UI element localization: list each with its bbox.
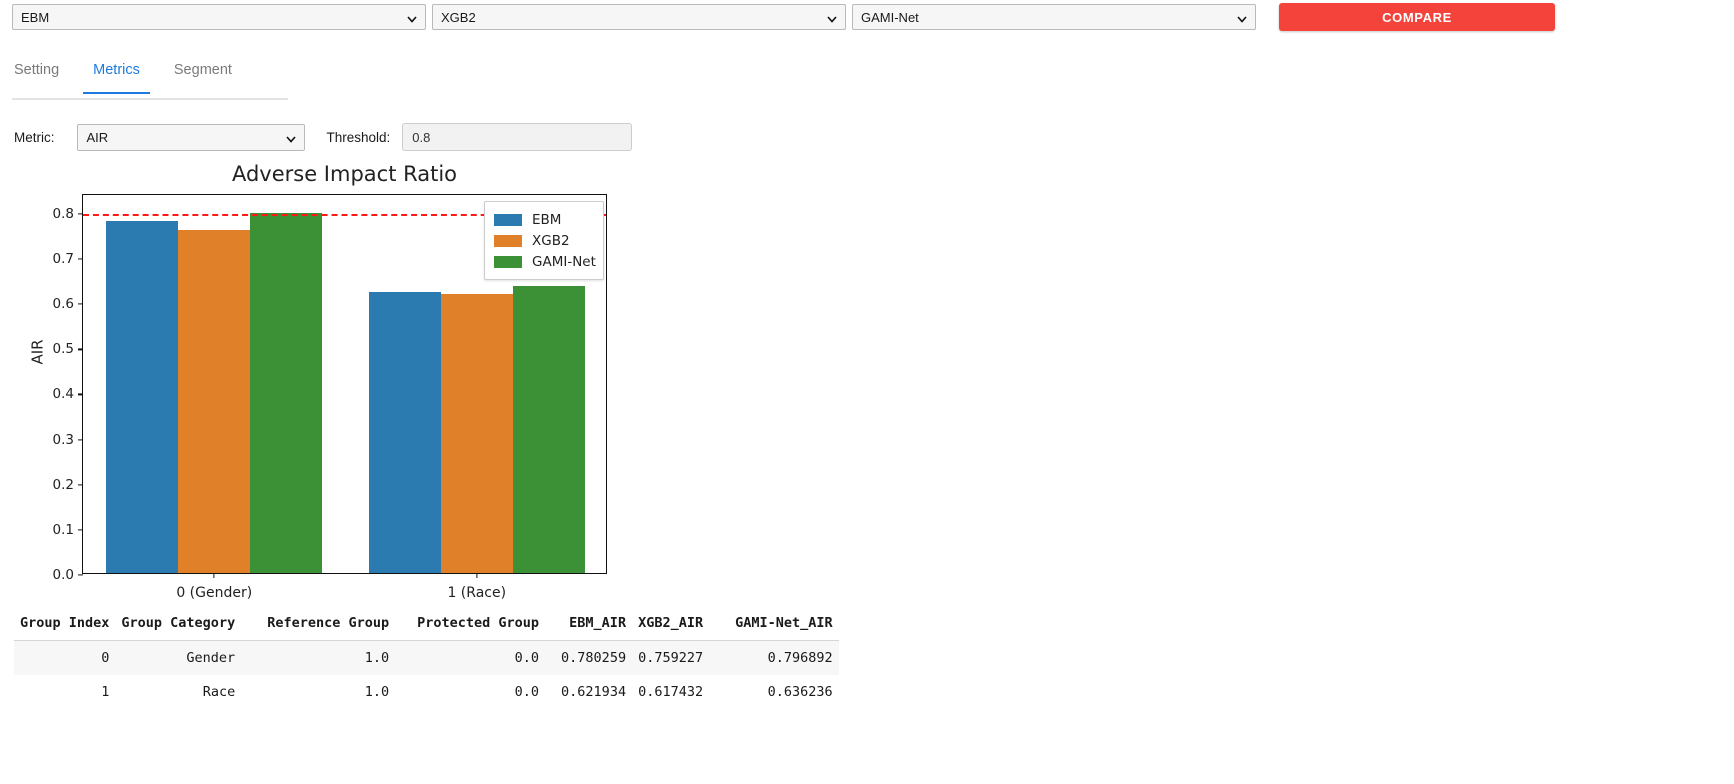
chart-container: Adverse Impact Ratio AIR 0.00.10.20.30.4…	[0, 156, 700, 666]
bar-xgb2-1	[441, 294, 513, 573]
legend-item: XGB2	[494, 230, 594, 251]
y-tick-label: 0.1	[53, 522, 74, 538]
col-protected-group: Protected Group	[411, 612, 555, 641]
compare-button[interactable]: COMPARE	[1279, 3, 1555, 31]
legend-swatch-xgb2	[494, 235, 522, 247]
y-tick-mark	[78, 349, 83, 350]
metric-select[interactable]: AIR	[77, 124, 305, 151]
y-tick-label: 0.6	[53, 296, 74, 312]
legend-label: EBM	[532, 212, 561, 228]
model-select-3-value: GAMI-Net	[861, 10, 919, 25]
cell-gami-net-air: 0.636236	[709, 675, 839, 709]
threshold-input[interactable]	[402, 123, 632, 151]
tab-segment[interactable]: Segment	[172, 58, 234, 92]
legend-swatch-gami-net	[494, 256, 522, 268]
table-row: 0 Gender 1.0 0.0 0.780259 0.759227 0.796…	[14, 641, 839, 676]
cell-ebm-air: 0.780259	[555, 641, 632, 676]
tab-metrics[interactable]: Metrics	[91, 58, 142, 92]
bar-ebm-0	[106, 221, 178, 573]
cell-xgb2-air: 0.759227	[632, 641, 709, 676]
chevron-down-icon	[1237, 12, 1247, 22]
y-tick-label: 0.4	[53, 386, 74, 402]
cell-protected-group: 0.0	[411, 641, 555, 676]
metric-label: Metric:	[14, 130, 55, 145]
x-tick-label: 1 (Race)	[447, 585, 506, 601]
x-tick-mark	[214, 573, 215, 578]
y-tick-mark	[78, 484, 83, 485]
tabbar: Setting Metrics Segment	[12, 58, 288, 100]
bar-ebm-1	[369, 292, 441, 573]
y-tick-mark	[78, 259, 83, 260]
table-header-row: Group Index Group Category Reference Gro…	[14, 612, 839, 641]
y-tick-label: 0.7	[53, 251, 74, 267]
cell-group-index: 0	[14, 641, 115, 676]
chart-legend: EBM XGB2 GAMI-Net	[484, 201, 604, 280]
legend-item: EBM	[494, 209, 594, 230]
col-group-index: Group Index	[14, 612, 115, 641]
col-group-category: Group Category	[115, 612, 261, 641]
cell-group-category: Race	[115, 675, 261, 709]
chevron-down-icon	[827, 12, 837, 22]
legend-item: GAMI-Net	[494, 251, 594, 272]
col-reference-group: Reference Group	[261, 612, 411, 641]
model-select-1-value: EBM	[21, 10, 49, 25]
metrics-table: Group Index Group Category Reference Gro…	[14, 612, 839, 709]
y-tick-label: 0.3	[53, 432, 74, 448]
col-xgb2-air: XGB2_AIR	[632, 612, 709, 641]
y-tick-mark	[78, 304, 83, 305]
plot-area: AIR 0.00.10.20.30.40.50.60.70.8 0 (Gende…	[82, 194, 607, 574]
model-select-3[interactable]: GAMI-Net	[852, 4, 1256, 30]
cell-gami-net-air: 0.796892	[709, 641, 839, 676]
cell-group-category: Gender	[115, 641, 261, 676]
col-gami-net-air: GAMI-Net_AIR	[709, 612, 839, 641]
cell-group-index: 1	[14, 675, 115, 709]
col-ebm-air: EBM_AIR	[555, 612, 632, 641]
cell-ebm-air: 0.621934	[555, 675, 632, 709]
y-tick-mark	[78, 439, 83, 440]
legend-swatch-ebm	[494, 214, 522, 226]
cell-protected-group: 0.0	[411, 675, 555, 709]
legend-label: GAMI-Net	[532, 254, 596, 270]
y-tick-label: 0.2	[53, 477, 74, 493]
y-axis-label: AIR	[29, 339, 47, 364]
bar-gami-net-0	[250, 213, 322, 573]
bar-xgb2-0	[178, 230, 250, 573]
metric-select-value: AIR	[87, 130, 109, 145]
model-select-1[interactable]: EBM	[12, 4, 426, 30]
y-tick-mark	[78, 394, 83, 395]
chevron-down-icon	[407, 12, 417, 22]
cell-reference-group: 1.0	[261, 641, 411, 676]
legend-label: XGB2	[532, 233, 570, 249]
x-tick-mark	[476, 573, 477, 578]
x-tick-label: 0 (Gender)	[176, 585, 252, 601]
table-row: 1 Race 1.0 0.0 0.621934 0.617432 0.63623…	[14, 675, 839, 709]
model-select-2[interactable]: XGB2	[432, 4, 846, 30]
y-tick-label: 0.8	[53, 206, 74, 222]
model-select-2-value: XGB2	[441, 10, 476, 25]
bar-gami-net-1	[513, 286, 585, 573]
y-tick-label: 0.0	[53, 567, 74, 583]
chart-title: Adverse Impact Ratio	[82, 162, 607, 186]
cell-xgb2-air: 0.617432	[632, 675, 709, 709]
cell-reference-group: 1.0	[261, 675, 411, 709]
y-tick-mark	[78, 529, 83, 530]
y-tick-label: 0.5	[53, 341, 74, 357]
threshold-label: Threshold:	[327, 130, 391, 145]
y-tick-mark	[78, 574, 83, 575]
chevron-down-icon	[286, 132, 296, 142]
metric-controls: Metric: AIR Threshold:	[14, 123, 632, 151]
tab-setting[interactable]: Setting	[12, 58, 61, 92]
